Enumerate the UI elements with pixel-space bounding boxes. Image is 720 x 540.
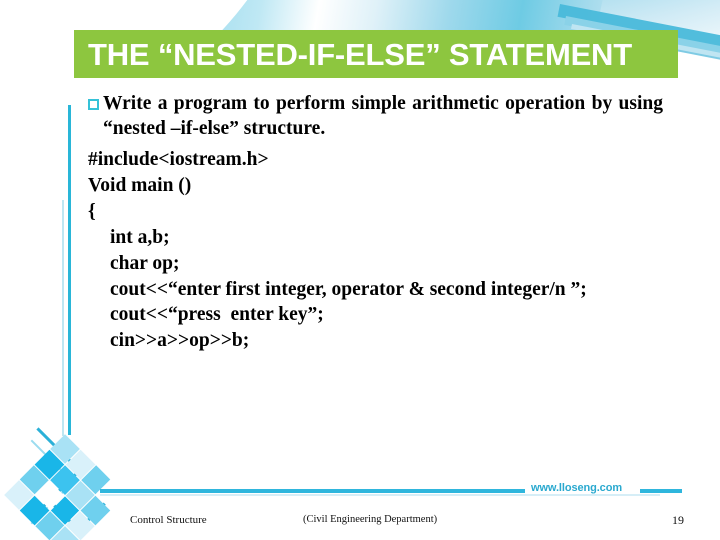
square-bullet-icon [88,99,99,110]
bottom-left-chevron-inner [41,457,116,532]
slide-body: Write a program to perform simple arithm… [88,92,668,354]
bullet-item: Write a program to perform simple arithm… [88,92,668,142]
code-line: int a,b; [110,226,170,248]
slide-canvas: THE “NESTED-IF-ELSE” STATEMENT Write a p… [0,0,720,540]
bottom-left-diamond-mosaic [4,434,126,540]
left-accent-line-soft [62,200,64,436]
page-title: THE “NESTED-IF-ELSE” STATEMENT [88,36,632,72]
code-line: Void main () [88,174,192,196]
bottom-left-chevron-outer [0,427,82,514]
code-line: { [88,200,96,222]
code-line: cout<<“enter first integer, operator & s… [110,278,587,300]
footer-rule-soft [100,494,660,496]
bullet-item-text: Write a program to perform simple arithm… [103,93,663,139]
left-accent-line [68,105,71,435]
footer-center-label: (Civil Engineering Department) [303,514,438,525]
slide-number: 19 [672,513,684,527]
code-line: #include<iostream.h> [88,148,269,170]
website-url: www.lloseng.com [531,482,622,494]
footer-rule-left [100,489,525,493]
slide-title-bar: THE “NESTED-IF-ELSE” STATEMENT [74,30,678,78]
code-line: char op; [110,252,180,274]
code-line: cout<<“press enter key”; [110,304,324,326]
footer-left-label: Control Structure [130,514,207,526]
code-line: cin>>a>>op>>b; [110,330,250,352]
footer-rule-right [640,489,682,493]
bottom-left-chevron-soft [0,439,75,525]
